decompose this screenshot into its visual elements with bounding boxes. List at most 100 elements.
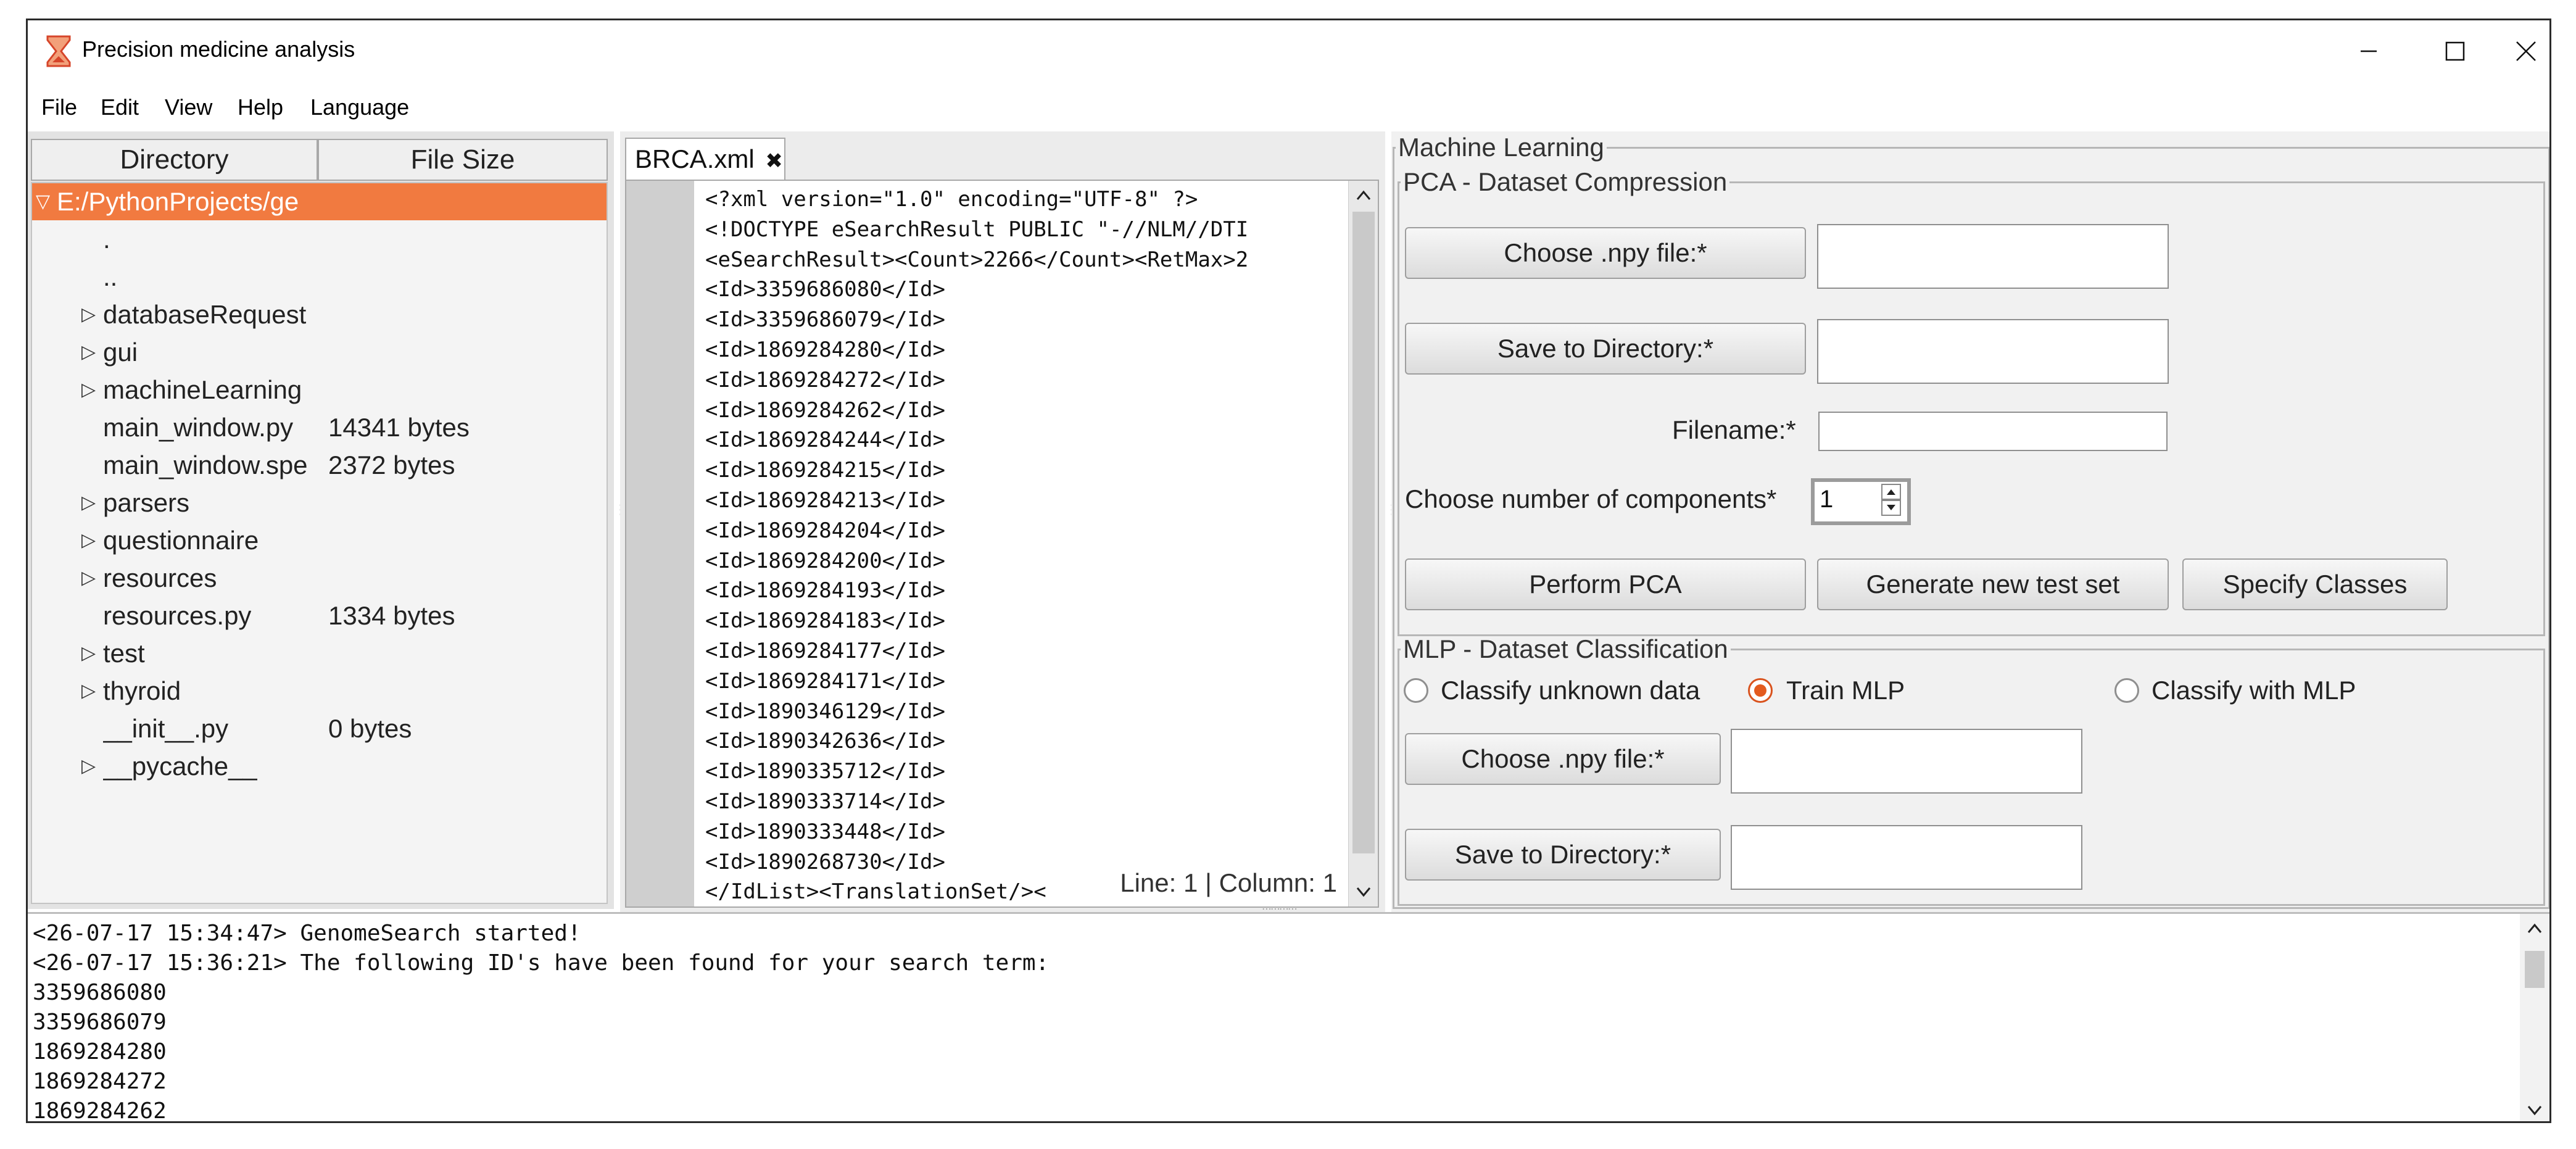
scroll-up-icon[interactable]: [1349, 181, 1378, 209]
radio-classify-mlp-label[interactable]: Classify with MLP: [2151, 676, 2356, 705]
close-button[interactable]: [2498, 20, 2549, 82]
directory-tree: ▽ E:/PythonProjects/ge... ▷ databaseRequest…: [31, 182, 608, 904]
collapsed-arrow-icon[interactable]: ▷: [81, 484, 100, 521]
radio-train-mlp[interactable]: [1748, 678, 1773, 703]
tree-item-size: 1334 bytes: [328, 601, 455, 630]
menu-file[interactable]: File: [41, 94, 77, 120]
specify-classes-button[interactable]: Specify Classes: [2182, 558, 2448, 610]
window-title: Precision medicine analysis: [82, 36, 355, 62]
tree-item-name: questionnaire: [103, 526, 259, 555]
components-spinbox[interactable]: 1: [1811, 478, 1911, 525]
menu-view[interactable]: View: [165, 94, 212, 120]
tab-close-icon[interactable]: ✖: [765, 149, 783, 173]
pca-npy-file-field[interactable]: [1817, 224, 2169, 289]
perform-pca-button[interactable]: Perform PCA: [1405, 558, 1806, 610]
line-gutter: [626, 181, 694, 906]
tree-row[interactable]: ▷ parsers: [32, 484, 607, 521]
tree-row[interactable]: __init__.py 0 bytes: [32, 710, 607, 747]
tree-row[interactable]: ▷ thyroid: [32, 673, 607, 710]
tree-row[interactable]: ..: [32, 259, 607, 296]
scroll-down-icon[interactable]: [1349, 878, 1378, 906]
tree-item-name: .: [103, 225, 110, 254]
tab-brca-xml[interactable]: BRCA.xml ✖: [625, 138, 785, 181]
filename-field[interactable]: [1818, 412, 2168, 451]
log-output[interactable]: <26-07-17 15:34:47> GenomeSearch started…: [33, 919, 2519, 1121]
code-line: <Id>1869284204</Id>: [705, 518, 945, 543]
scroll-up-icon[interactable]: [2520, 914, 2549, 942]
spin-arrows-icon[interactable]: [1881, 483, 1901, 518]
tree-row[interactable]: main_window.py 14341 bytes: [32, 409, 607, 446]
radio-classify-unknown-label[interactable]: Classify unknown data: [1441, 676, 1700, 705]
code-line: <Id>1890346129</Id>: [705, 699, 945, 724]
maximize-button[interactable]: [2412, 20, 2498, 82]
mlp-save-directory-button[interactable]: Save to Directory:*: [1405, 829, 1721, 881]
scroll-thumb[interactable]: [2525, 951, 2545, 988]
directory-pane: Directory File Size ▽ E:/PythonProjects/g…: [28, 131, 614, 909]
mlp-save-directory-field[interactable]: [1731, 825, 2082, 890]
close-icon: [2516, 41, 2536, 61]
tab-label: BRCA.xml: [635, 144, 755, 173]
tree-row[interactable]: main_window.spe 2372 bytes: [32, 447, 607, 484]
pca-choose-npy-button[interactable]: Choose .npy file:*: [1405, 227, 1806, 279]
expanded-arrow-icon[interactable]: ▽: [36, 183, 54, 220]
tree-row[interactable]: .: [32, 221, 607, 258]
collapsed-arrow-icon[interactable]: ▷: [81, 522, 100, 559]
code-line: <Id>1890335712</Id>: [705, 759, 945, 784]
collapsed-arrow-icon[interactable]: ▷: [81, 560, 100, 597]
column-header-file-size[interactable]: File Size: [318, 139, 608, 181]
menu-help[interactable]: Help: [238, 94, 283, 120]
collapsed-arrow-icon[interactable]: ▷: [81, 673, 100, 710]
collapsed-arrow-icon[interactable]: ▷: [81, 371, 100, 409]
tree-row[interactable]: ▷ __pycache__: [32, 748, 607, 785]
code-line: <Id>3359686080</Id>: [705, 277, 945, 302]
console-scrollbar[interactable]: [2520, 914, 2549, 1123]
scroll-thumb[interactable]: [1352, 212, 1375, 853]
log-console[interactable]: <26-07-17 15:34:47> GenomeSearch started…: [28, 912, 2549, 1123]
tree-item-name: ..: [103, 262, 118, 291]
tree-item-name: gui: [103, 338, 138, 367]
code-line: <Id>1869284193</Id>: [705, 578, 945, 604]
pca-save-directory-field[interactable]: [1817, 319, 2169, 384]
scroll-down-icon[interactable]: [2520, 1097, 2549, 1123]
tree-row[interactable]: ▷ databaseRequest: [32, 296, 607, 333]
tree-row[interactable]: ▷ questionnaire: [32, 522, 607, 559]
minimize-button[interactable]: [2325, 20, 2412, 82]
code-line: <Id>1869284244</Id>: [705, 428, 945, 453]
menu-edit[interactable]: Edit: [101, 94, 139, 120]
editor-pane: BRCA.xml ✖ <?xml version="1.0" encoding=…: [620, 131, 1385, 912]
splitter-handle[interactable]: ⋮: [614, 502, 627, 563]
tree-row[interactable]: resources.py 1334 bytes: [32, 597, 607, 634]
collapsed-arrow-icon[interactable]: ▷: [81, 334, 100, 371]
column-header-directory[interactable]: Directory: [31, 139, 318, 181]
tree-item-name: test: [103, 639, 145, 668]
tree-row[interactable]: ▷ resources: [32, 560, 607, 597]
log-line: <26-07-17 15:36:21> The following ID's h…: [33, 950, 1050, 976]
log-line: <26-07-17 15:34:47> GenomeSearch started…: [33, 921, 581, 946]
collapsed-arrow-icon[interactable]: ▷: [81, 635, 100, 672]
log-line: 3359686080: [33, 980, 167, 1005]
mlp-npy-file-field[interactable]: [1731, 729, 2082, 794]
code-editor[interactable]: <?xml version="1.0" encoding="UTF-8" ?> <…: [625, 180, 1379, 908]
radio-classify-unknown[interactable]: [1404, 678, 1428, 703]
radio-classify-mlp[interactable]: [2114, 678, 2139, 703]
splitter-handle[interactable]: ⋯⋯⋯⋯: [1262, 903, 1323, 915]
tree-row[interactable]: ▽ E:/PythonProjects/ge: [32, 183, 607, 220]
editor-scrollbar[interactable]: [1348, 181, 1378, 906]
tree-row[interactable]: ▷ machineLearning: [32, 371, 607, 409]
collapsed-arrow-icon[interactable]: ▷: [81, 296, 100, 333]
menu-language[interactable]: Language: [310, 94, 409, 120]
radio-train-mlp-label[interactable]: Train MLP: [1786, 676, 1905, 705]
filename-label: Filename:*: [1672, 415, 1796, 444]
collapsed-arrow-icon[interactable]: ▷: [81, 748, 100, 785]
tree-row[interactable]: ▷ test: [32, 635, 607, 672]
cursor-position: Line: 1 | Column: 1: [1116, 868, 1341, 898]
code-line: <Id>1890342636</Id>: [705, 729, 945, 754]
code-line: <Id>1869284215</Id>: [705, 458, 945, 483]
code-content[interactable]: <?xml version="1.0" encoding="UTF-8" ?> <…: [705, 185, 1347, 900]
tree-row[interactable]: ▷ gui: [32, 334, 607, 371]
mlp-choose-npy-button[interactable]: Choose .npy file:*: [1405, 733, 1721, 785]
splitter-handle[interactable]: ⋮: [1385, 502, 1399, 563]
generate-test-set-button[interactable]: Generate new test set: [1817, 558, 2169, 610]
pca-save-directory-button[interactable]: Save to Directory:*: [1405, 323, 1806, 375]
tree-item-name: parsers: [103, 488, 190, 517]
